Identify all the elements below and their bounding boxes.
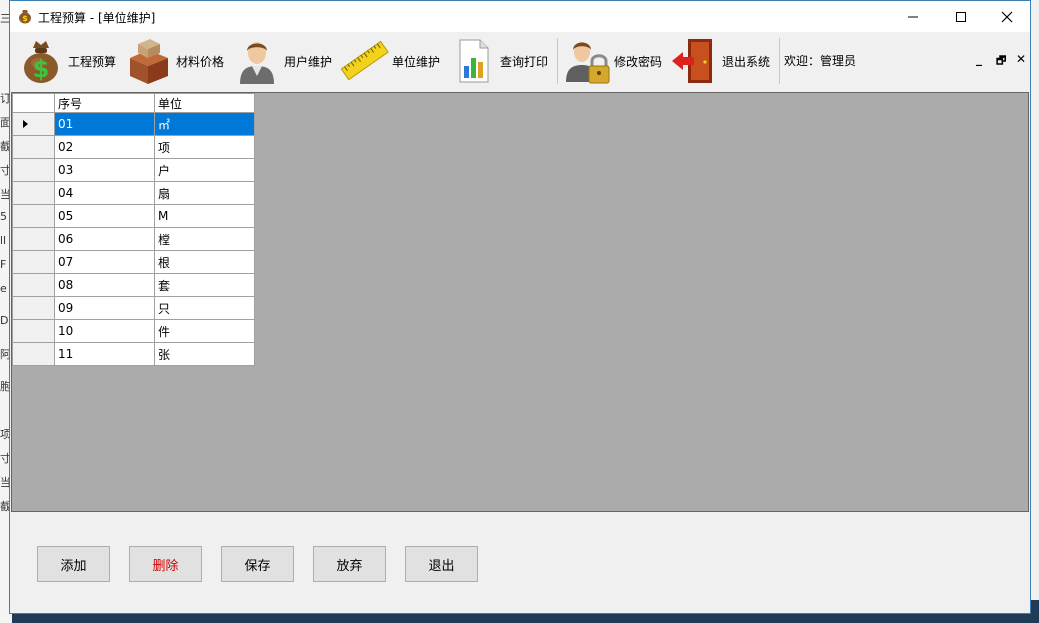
welcome-text: 欢迎：管理员: [784, 54, 857, 68]
row-header[interactable]: [12, 181, 55, 205]
unit-cell[interactable]: 只: [154, 296, 255, 320]
title-bar[interactable]: $ 工程预算 - [单位维护]: [10, 1, 1030, 32]
toolbar-separator: [557, 38, 558, 84]
mdi-restore-button[interactable]: 🗗: [996, 52, 1006, 71]
row-header[interactable]: [12, 112, 55, 136]
table-row[interactable]: 11 张: [12, 342, 255, 366]
exit-button[interactable]: 退出: [405, 546, 478, 582]
table-row[interactable]: 02 项: [12, 135, 255, 159]
toolbar-separator: [779, 38, 780, 84]
serial-cell[interactable]: 03: [54, 158, 155, 182]
table-row[interactable]: 08 套: [12, 273, 255, 297]
window-title: 工程预算 - [单位维护]: [38, 11, 156, 25]
serial-cell[interactable]: 02: [54, 135, 155, 159]
minimize-button[interactable]: [890, 1, 936, 32]
row-header[interactable]: [12, 296, 55, 320]
report-chart-icon: [459, 39, 489, 83]
unit-data-grid[interactable]: 序号 单位 01 ㎡ 02 项 03 户 04 扇 05 M 06 樘 07 根…: [11, 92, 1029, 512]
mdi-minimize-button[interactable]: _: [976, 52, 982, 66]
serial-cell[interactable]: 09: [54, 296, 155, 320]
column-header-serial[interactable]: 序号: [54, 93, 155, 113]
toolbar-material-price-button[interactable]: 材料价格: [124, 35, 224, 87]
unit-cell[interactable]: 项: [154, 135, 255, 159]
app-window: $ 工程预算 - [单位维护] $ 工程预算 材料价格 用户维护 单位维护 查询…: [9, 0, 1031, 614]
table-row[interactable]: 01 ㎡: [12, 112, 255, 136]
add-button[interactable]: 添加: [37, 546, 110, 582]
svg-text:$: $: [33, 55, 50, 83]
row-header[interactable]: [12, 227, 55, 251]
table-row[interactable]: 10 件: [12, 319, 255, 343]
serial-cell[interactable]: 11: [54, 342, 155, 366]
serial-cell[interactable]: 04: [54, 181, 155, 205]
svg-text:$: $: [22, 14, 28, 23]
toolbar-user-maintenance-button[interactable]: 用户维护: [232, 35, 332, 87]
grid-corner-header[interactable]: [12, 93, 55, 113]
table-row[interactable]: 07 根: [12, 250, 255, 274]
toolbar-material-price-label: 材料价格: [176, 54, 225, 69]
row-header[interactable]: [12, 273, 55, 297]
unit-cell[interactable]: ㎡: [154, 112, 255, 136]
user-lock-icon: [566, 42, 610, 84]
toolbar-budget-button[interactable]: $ 工程预算: [16, 35, 116, 87]
column-header-unit[interactable]: 单位: [154, 93, 255, 113]
boxes-icon: [130, 39, 168, 84]
ruler-icon: [340, 40, 389, 81]
delete-button[interactable]: 删除: [129, 546, 202, 582]
serial-cell[interactable]: 10: [54, 319, 155, 343]
money-bag-icon: $: [19, 10, 31, 24]
mdi-close-button[interactable]: ✕: [1016, 52, 1026, 66]
table-row[interactable]: 05 M: [12, 204, 255, 228]
row-header[interactable]: [12, 135, 55, 159]
table-row[interactable]: 09 只: [12, 296, 255, 320]
discard-button[interactable]: 放弃: [313, 546, 386, 582]
unit-cell[interactable]: M: [154, 204, 255, 228]
row-header[interactable]: [12, 250, 55, 274]
close-button[interactable]: [984, 1, 1030, 32]
unit-cell[interactable]: 张: [154, 342, 255, 366]
exit-door-icon: [672, 39, 712, 83]
serial-cell[interactable]: 06: [54, 227, 155, 251]
minimize-icon: [908, 16, 918, 17]
maximize-icon: [956, 11, 966, 22]
table-row[interactable]: 03 户: [12, 158, 255, 182]
unit-cell[interactable]: 套: [154, 273, 255, 297]
serial-cell[interactable]: 07: [54, 250, 155, 274]
serial-cell[interactable]: 01: [54, 112, 155, 136]
serial-cell[interactable]: 05: [54, 204, 155, 228]
unit-cell[interactable]: 樘: [154, 227, 255, 251]
toolbar-budget-label: 工程预算: [68, 54, 117, 69]
toolbar-query-print-label: 查询打印: [500, 54, 549, 69]
table-row[interactable]: 06 樘: [12, 227, 255, 251]
unit-cell[interactable]: 扇: [154, 181, 255, 205]
toolbar-query-print-button[interactable]: 查询打印: [448, 35, 548, 87]
money-bag-icon: $: [24, 41, 58, 83]
main-toolbar: $ 工程预算 材料价格 用户维护 单位维护 查询打印 修改密码 退出系统 欢迎：…: [10, 32, 1030, 90]
close-icon: [1001, 11, 1013, 22]
row-header[interactable]: [12, 158, 55, 182]
serial-cell[interactable]: 08: [54, 273, 155, 297]
user-icon: [240, 42, 274, 84]
unit-cell[interactable]: 根: [154, 250, 255, 274]
toolbar-change-password-button[interactable]: 修改密码: [562, 35, 662, 87]
toolbar-exit-system-label: 退出系统: [722, 54, 771, 69]
toolbar-exit-system-button[interactable]: 退出系统: [670, 35, 770, 87]
unit-cell[interactable]: 件: [154, 319, 255, 343]
row-header[interactable]: [12, 319, 55, 343]
save-button[interactable]: 保存: [221, 546, 294, 582]
toolbar-unit-maintenance-label: 单位维护: [392, 54, 441, 69]
maximize-button[interactable]: [938, 1, 984, 32]
row-header[interactable]: [12, 342, 55, 366]
background-window-edge: [1030, 0, 1039, 600]
toolbar-unit-maintenance-button[interactable]: 单位维护: [340, 35, 440, 87]
row-header[interactable]: [12, 204, 55, 228]
toolbar-user-maintenance-label: 用户维护: [284, 54, 333, 69]
toolbar-change-password-label: 修改密码: [614, 54, 663, 69]
current-row-arrow-icon: [23, 120, 28, 128]
unit-cell[interactable]: 户: [154, 158, 255, 182]
table-row[interactable]: 04 扇: [12, 181, 255, 205]
